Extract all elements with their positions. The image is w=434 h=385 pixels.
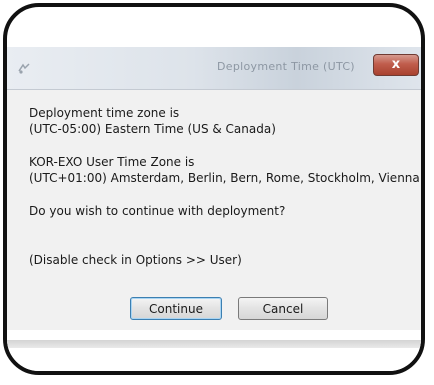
deployment-timezone-label: Deployment time zone is	[29, 106, 180, 120]
window-footer	[7, 330, 421, 371]
app-icon	[16, 60, 32, 76]
continue-question: Do you wish to continue with deployment?	[29, 204, 286, 218]
user-timezone-value: (UTC+01:00) Amsterdam, Berlin, Bern, Rom…	[29, 171, 420, 185]
dialog-title: Deployment Time (UTC)	[217, 60, 355, 73]
cancel-button[interactable]: Cancel	[238, 297, 328, 320]
close-icon: x	[391, 57, 401, 72]
deployment-timezone-value: (UTC-05:00) Eastern Time (US & Canada)	[29, 122, 276, 136]
dialog-body: Deployment time zone is (UTC-05:00) East…	[7, 90, 421, 330]
dialog-titlebar[interactable]: Deployment Time (UTC) x	[7, 47, 421, 90]
user-timezone-label: KOR-EXO User Time Zone is	[29, 155, 195, 169]
disable-check-hint: (Disable check in Options >> User)	[29, 253, 242, 267]
screenshot-frame: Deployment Time (UTC) x Deployment time …	[3, 3, 425, 375]
continue-button[interactable]: Continue	[130, 297, 222, 320]
close-button[interactable]: x	[373, 54, 419, 76]
background-band	[7, 340, 421, 348]
